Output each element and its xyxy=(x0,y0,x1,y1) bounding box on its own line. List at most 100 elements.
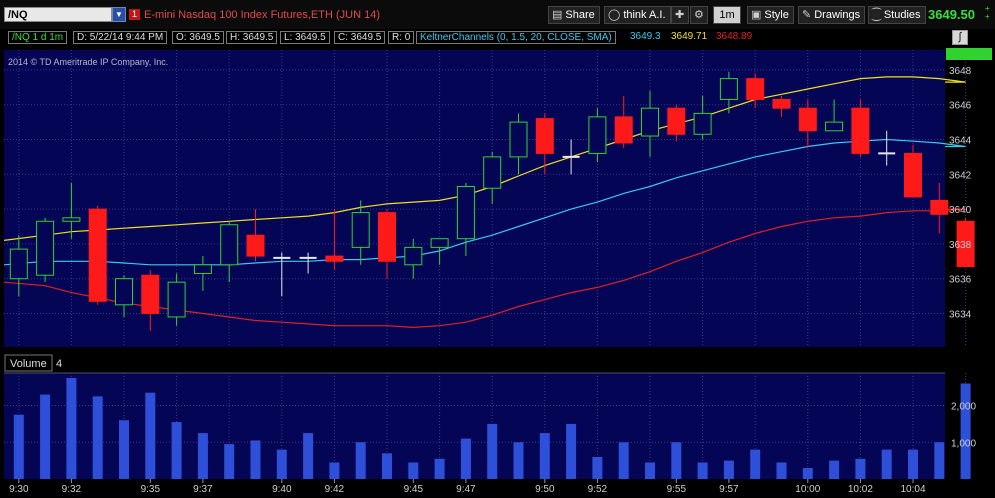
price-tick-label: 3636 xyxy=(949,275,972,286)
candle-body xyxy=(509,121,528,158)
volume-bar xyxy=(355,442,366,479)
volume-bar xyxy=(303,433,314,479)
volume-bar xyxy=(434,458,445,479)
volume-bar xyxy=(66,378,77,479)
volume-header xyxy=(4,353,945,373)
time-tick-label: 9:45 xyxy=(404,484,424,495)
time-tick-label: 9:50 xyxy=(535,484,555,495)
price-tick-label: 3638 xyxy=(949,240,972,251)
candle-body xyxy=(167,281,186,318)
candle-body xyxy=(798,107,817,132)
time-tick-label: 9:35 xyxy=(141,484,161,495)
candle-body xyxy=(62,217,81,222)
candle-body xyxy=(430,238,449,248)
last-price-tag xyxy=(946,48,992,60)
volume-bar xyxy=(487,423,498,479)
candle-body xyxy=(588,116,607,154)
candle-body xyxy=(904,152,922,198)
candle-body xyxy=(246,234,265,257)
volume-label: Volume xyxy=(10,358,47,370)
volume-bar xyxy=(592,456,603,479)
volume-bar xyxy=(92,396,103,479)
volume-bar xyxy=(119,420,129,479)
candle-body xyxy=(404,246,423,266)
volume-value: 4 xyxy=(56,358,62,370)
candle-body xyxy=(930,199,949,215)
candle-body xyxy=(351,212,370,248)
candle xyxy=(36,217,55,283)
candle-body xyxy=(667,107,686,135)
volume-bar xyxy=(197,433,208,479)
volume-tick-label: 2,000 xyxy=(951,402,976,413)
time-tick-label: 9:37 xyxy=(193,484,213,495)
volume-bar xyxy=(513,442,524,479)
volume-bar xyxy=(460,438,471,479)
candle-body xyxy=(193,264,212,274)
price-chart[interactable]: Volume 4 2014 © TD Ameritrade IP Company… xyxy=(0,0,995,498)
volume-bar xyxy=(250,440,261,479)
volume-bar xyxy=(224,444,235,479)
volume-bar xyxy=(881,449,892,479)
candle-body xyxy=(9,248,28,280)
time-tick-label: 10:02 xyxy=(848,484,873,495)
time-tick-label: 9:47 xyxy=(456,484,476,495)
candle xyxy=(88,205,107,305)
price-tick-label: 3644 xyxy=(949,136,972,147)
time-tick-label: 9:40 xyxy=(272,484,292,495)
volume-bar xyxy=(539,433,550,479)
copyright-text: 2014 © TD Ameritrade IP Company, Inc. xyxy=(8,57,168,67)
time-tick-label: 10:04 xyxy=(900,484,925,495)
price-tick-label: 3634 xyxy=(949,310,972,321)
price-axis xyxy=(945,50,995,347)
candle-body xyxy=(325,255,344,262)
volume-bar xyxy=(960,383,971,479)
volume-bar xyxy=(776,462,787,479)
volume-bar xyxy=(697,462,708,479)
candle-body xyxy=(36,220,55,276)
last-price-marker xyxy=(946,48,992,60)
volume-bar xyxy=(908,449,918,479)
volume-bar xyxy=(276,449,287,479)
time-tick-label: 9:55 xyxy=(667,484,687,495)
volume-bar xyxy=(645,462,655,479)
candle-body xyxy=(614,116,633,144)
volume-bar xyxy=(855,458,866,479)
time-tick-label: 9:57 xyxy=(719,484,739,495)
volume-bar xyxy=(934,442,945,479)
volume-bar xyxy=(566,423,577,479)
candle-body xyxy=(115,278,133,306)
price-tick-label: 3646 xyxy=(949,101,972,112)
price-tick-label: 3648 xyxy=(949,66,972,77)
candle xyxy=(851,99,870,157)
volume-bar xyxy=(40,394,51,479)
volume-bar xyxy=(723,460,734,479)
candle-body xyxy=(483,156,502,189)
volume-bar xyxy=(671,442,682,479)
candle-body xyxy=(719,78,738,100)
candle-body xyxy=(141,274,160,314)
time-tick-label: 9:42 xyxy=(325,484,345,495)
volume-bar xyxy=(618,442,629,479)
candle-body xyxy=(693,112,712,135)
candle-body xyxy=(851,107,870,154)
candle-body xyxy=(535,118,554,154)
time-tick-label: 9:30 xyxy=(9,484,29,495)
candle-body xyxy=(772,98,791,109)
volume-bar xyxy=(802,467,813,479)
candle-body xyxy=(378,212,396,262)
price-tick-label: 3640 xyxy=(949,205,972,216)
volume-bar xyxy=(329,462,340,479)
candle-body xyxy=(641,107,659,137)
time-tick-label: 10:00 xyxy=(795,484,820,495)
candle-body xyxy=(746,78,765,100)
volume-bar xyxy=(408,462,419,479)
volume-bar xyxy=(829,460,840,479)
volume-bar xyxy=(13,414,24,479)
candle-body xyxy=(456,185,475,240)
volume-bar xyxy=(382,453,392,479)
volume-tick-label: 1,000 xyxy=(951,438,976,449)
volume-bar xyxy=(145,392,156,479)
volume-bar xyxy=(171,422,182,479)
candle-body xyxy=(825,121,844,132)
volume-bar xyxy=(750,449,761,479)
